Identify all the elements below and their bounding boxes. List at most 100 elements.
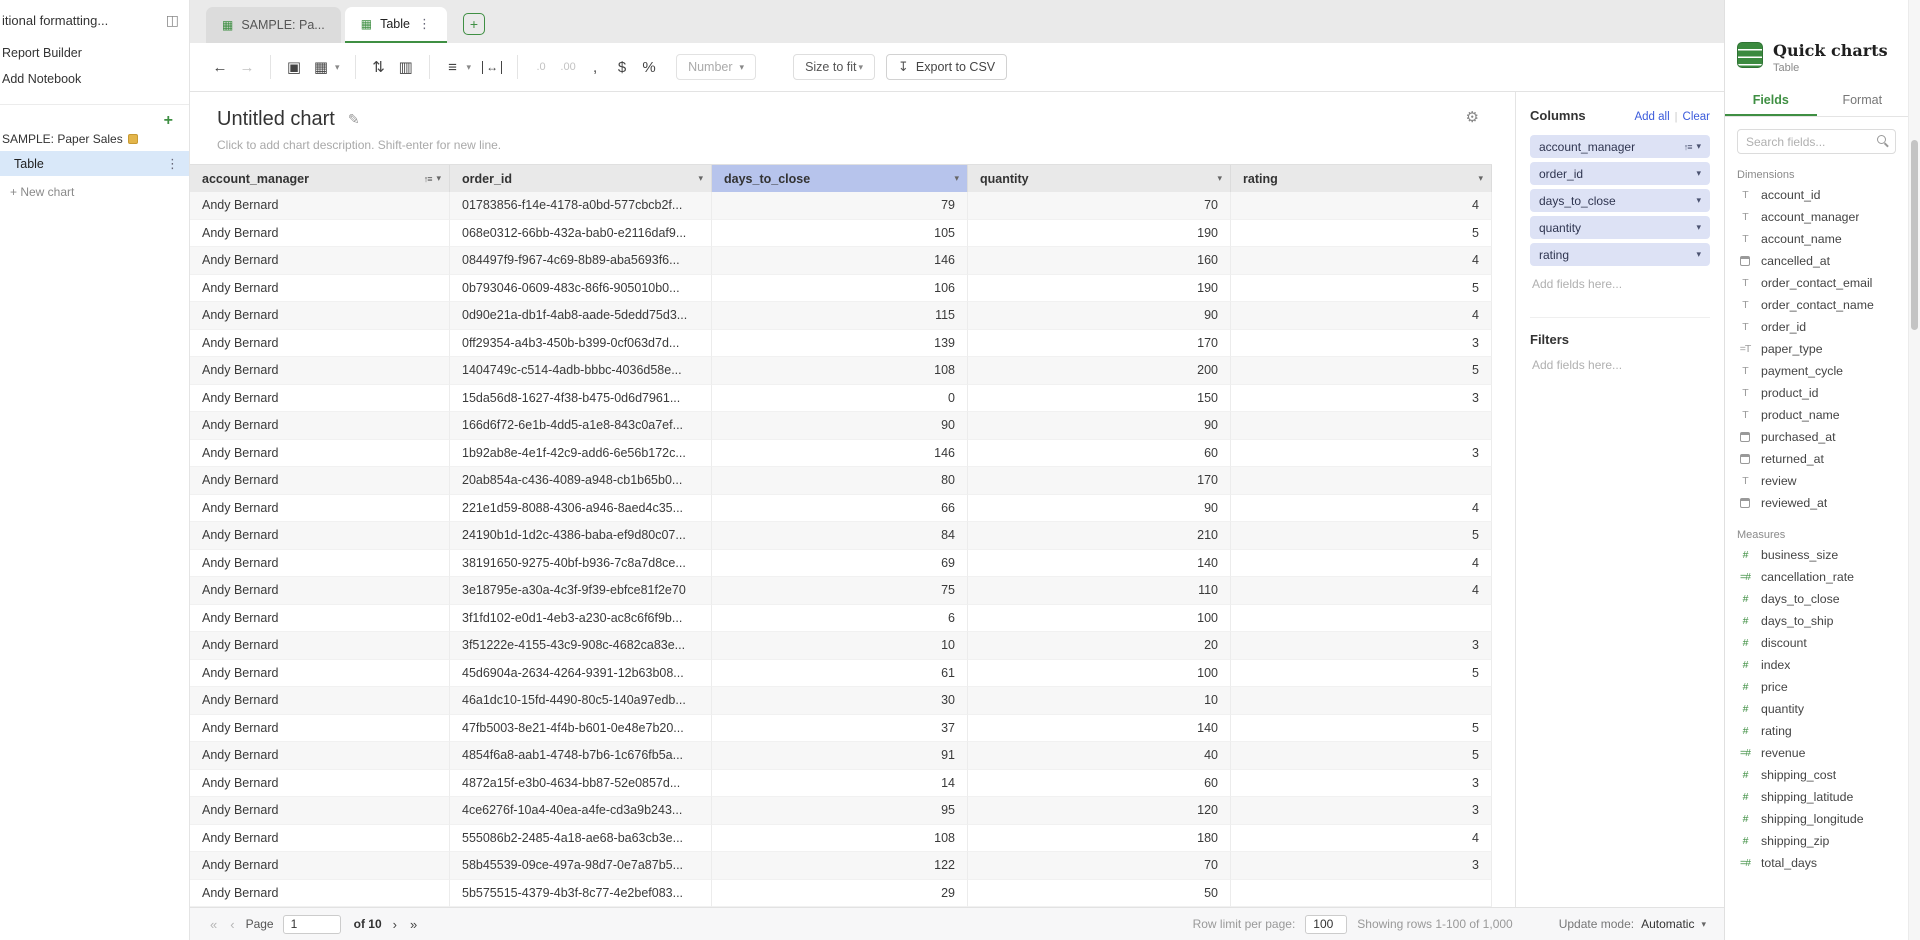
field-item-days_to_ship[interactable]: #days_to_ship	[1725, 610, 1908, 632]
tab-sample-paper-sales[interactable]: ▦ SAMPLE: Pa...	[206, 7, 341, 43]
column-header-quantity[interactable]: quantity▾	[968, 165, 1231, 192]
table-row[interactable]: Andy Bernard555086b2-2485-4a18-ae68-ba63…	[190, 825, 1492, 853]
thousands-separator-icon[interactable]: ,	[587, 59, 603, 76]
field-item-reviewed_at[interactable]: reviewed_at	[1725, 492, 1908, 514]
sort-rows-icon[interactable]: ⇅	[371, 58, 387, 76]
vertical-scrollbar[interactable]	[1908, 0, 1920, 940]
field-item-returned_at[interactable]: returned_at	[1725, 448, 1908, 470]
chevron-down-icon[interactable]: ▾	[335, 62, 340, 73]
tab-format[interactable]: Format	[1817, 86, 1909, 116]
tab-table[interactable]: ▦ Table ⋮	[345, 7, 447, 43]
table-row[interactable]: Andy Bernard47fb5003-8e21-4f4b-b601-0e48…	[190, 715, 1492, 743]
table-row[interactable]: Andy Bernard4872a15f-e3b0-4634-bb87-52e0…	[190, 770, 1492, 798]
filters-add-fields-dropzone[interactable]: Add fields here...	[1530, 358, 1710, 372]
tab-kebab-menu-icon[interactable]: ⋮	[418, 16, 431, 32]
table-row[interactable]: Andy Bernard24190b1d-1d2c-4386-baba-ef9d…	[190, 522, 1492, 550]
field-item-shipping_cost[interactable]: #shipping_cost	[1725, 764, 1908, 786]
table-row[interactable]: Andy Bernard01783856-f14e-4178-a0bd-577c…	[190, 192, 1492, 220]
column-chip-quantity[interactable]: quantity▾	[1530, 216, 1710, 239]
field-item-cancellation_rate[interactable]: =#cancellation_rate	[1725, 566, 1908, 588]
chart-title[interactable]: Untitled chart	[217, 108, 335, 131]
collapse-panel-icon[interactable]: ◫	[166, 12, 179, 29]
table-row[interactable]: Andy Bernard3f1fd102-e0d1-4eb3-a230-ac8c…	[190, 605, 1492, 633]
field-item-account_manager[interactable]: Taccount_manager	[1725, 206, 1908, 228]
kebab-menu-icon[interactable]: ⋮	[166, 156, 179, 172]
column-header-order_id[interactable]: order_id▾	[450, 165, 712, 192]
new-tab-button[interactable]: +	[463, 13, 485, 35]
chevron-down-icon[interactable]: ▾	[1696, 141, 1701, 152]
field-item-index[interactable]: #index	[1725, 654, 1908, 676]
column-header-account_manager[interactable]: account_manager↑≡▾	[190, 165, 450, 192]
duplicate-table-icon[interactable]: ▣	[286, 58, 302, 76]
field-item-total_days[interactable]: =#total_days	[1725, 852, 1908, 874]
chart-description-placeholder[interactable]: Click to add chart description. Shift-en…	[217, 138, 1515, 152]
column-chip-rating[interactable]: rating▾	[1530, 243, 1710, 266]
currency-format-icon[interactable]: $	[614, 59, 630, 76]
chevron-down-icon[interactable]: ▾	[1696, 168, 1701, 179]
field-item-review[interactable]: Treview	[1725, 470, 1908, 492]
chevron-down-icon[interactable]: ▾	[698, 173, 703, 184]
add-all-link[interactable]: Add all	[1634, 111, 1669, 123]
size-to-fit-dropdown[interactable]: Size to fit ▾	[793, 54, 875, 80]
field-item-shipping_zip[interactable]: #shipping_zip	[1725, 830, 1908, 852]
redo-forward-icon[interactable]: →	[239, 59, 255, 76]
new-chart-button[interactable]: + New chart	[0, 176, 189, 199]
field-item-order_contact_email[interactable]: Torder_contact_email	[1725, 272, 1908, 294]
field-item-purchased_at[interactable]: purchased_at	[1725, 426, 1908, 448]
chevron-down-icon[interactable]: ▾	[436, 173, 441, 184]
table-row[interactable]: Andy Bernard5b575515-4379-4b3f-8c77-4e2b…	[190, 880, 1492, 908]
add-plus-button[interactable]: +	[164, 112, 173, 130]
row-limit-input[interactable]	[1305, 915, 1347, 934]
field-item-paper_type[interactable]: =Tpaper_type	[1725, 338, 1908, 360]
field-item-product_id[interactable]: Tproduct_id	[1725, 382, 1908, 404]
prev-page-button[interactable]: ‹	[228, 917, 236, 932]
column-chip-days_to_close[interactable]: days_to_close▾	[1530, 189, 1710, 212]
column-chip-account_manager[interactable]: account_manager↑≡▾	[1530, 135, 1710, 158]
first-page-button[interactable]: «	[208, 917, 219, 932]
text-align-icon[interactable]: ≡	[445, 59, 461, 76]
update-mode-dropdown[interactable]: Automatic	[1641, 917, 1694, 931]
chevron-down-icon[interactable]: ▾	[1701, 919, 1706, 930]
table-row[interactable]: Andy Bernard3f51222e-4155-43c9-908c-4682…	[190, 632, 1492, 660]
column-chip-order_id[interactable]: order_id▾	[1530, 162, 1710, 185]
field-item-order_contact_name[interactable]: Torder_contact_name	[1725, 294, 1908, 316]
field-item-price[interactable]: #price	[1725, 676, 1908, 698]
sidebar-item-add-notebook[interactable]: Add Notebook	[0, 66, 189, 92]
field-item-days_to_close[interactable]: #days_to_close	[1725, 588, 1908, 610]
sidebar-item-table[interactable]: Table ⋮	[0, 151, 189, 176]
table-row[interactable]: Andy Bernard0d90e21a-db1f-4ab8-aade-5ded…	[190, 302, 1492, 330]
table-row[interactable]: Andy Bernard084497f9-f967-4c69-8b89-aba5…	[190, 247, 1492, 275]
table-row[interactable]: Andy Bernard15da56d8-1627-4f38-b475-0d6d…	[190, 385, 1492, 413]
number-format-dropdown[interactable]: Number ▾	[676, 54, 756, 80]
increase-decimal-icon[interactable]: .00	[560, 61, 576, 73]
edit-pencil-icon[interactable]: ✎	[348, 111, 360, 128]
table-row[interactable]: Andy Bernard1b92ab8e-4e1f-42c9-add6-6e56…	[190, 440, 1492, 468]
clear-link[interactable]: Clear	[1683, 111, 1710, 123]
table-row[interactable]: Andy Bernard068e0312-66bb-432a-bab0-e211…	[190, 220, 1492, 248]
last-page-button[interactable]: »	[408, 917, 419, 932]
table-row[interactable]: Andy Bernard20ab854a-c436-4089-a948-cb1b…	[190, 467, 1492, 495]
table-row[interactable]: Andy Bernard45d6904a-2634-4264-9391-12b6…	[190, 660, 1492, 688]
field-item-discount[interactable]: #discount	[1725, 632, 1908, 654]
table-row[interactable]: Andy Bernard46a1dc10-15fd-4490-80c5-140a…	[190, 687, 1492, 715]
next-page-button[interactable]: ›	[391, 917, 399, 932]
search-fields-input[interactable]	[1737, 129, 1896, 154]
export-csv-button[interactable]: ↧ Export to CSV	[886, 54, 1007, 80]
chevron-down-icon[interactable]: ▾	[1478, 173, 1483, 184]
conditional-formatting-item[interactable]: itional formatting...	[2, 13, 166, 28]
table-row[interactable]: Andy Bernard0ff29354-a4b3-450b-b399-0cf0…	[190, 330, 1492, 358]
column-header-days_to_close[interactable]: days_to_close▾	[712, 165, 968, 192]
table-row[interactable]: Andy Bernard166d6f72-6e1b-4dd5-a1e8-843c…	[190, 412, 1492, 440]
page-number-input[interactable]	[283, 915, 341, 934]
field-item-order_id[interactable]: Torder_id	[1725, 316, 1908, 338]
scrollbar-thumb[interactable]	[1911, 140, 1918, 330]
manage-columns-icon[interactable]: ▥	[398, 58, 414, 76]
percent-format-icon[interactable]: %	[641, 59, 657, 76]
chevron-down-icon[interactable]: ▾	[1696, 222, 1701, 233]
table-row[interactable]: Andy Bernard58b45539-09ce-497a-98d7-0e7a…	[190, 852, 1492, 880]
table-row[interactable]: Andy Bernard221e1d59-8088-4306-a946-8aed…	[190, 495, 1492, 523]
settings-gear-icon[interactable]: ⚙	[1466, 108, 1479, 126]
field-item-account_name[interactable]: Taccount_name	[1725, 228, 1908, 250]
field-item-product_name[interactable]: Tproduct_name	[1725, 404, 1908, 426]
chevron-down-icon[interactable]: ▾	[954, 173, 959, 184]
